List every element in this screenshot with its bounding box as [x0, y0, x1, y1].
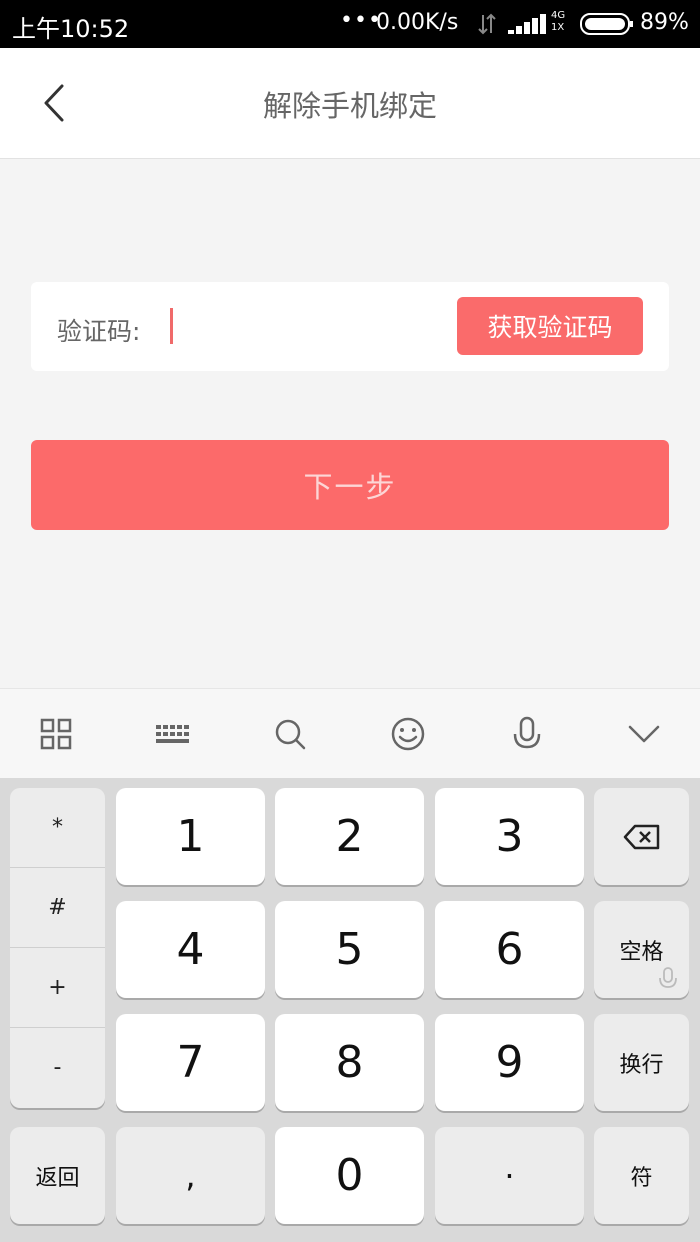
- mic-icon[interactable]: [507, 714, 547, 754]
- key-5[interactable]: 5: [275, 901, 424, 998]
- backspace-key[interactable]: [594, 788, 689, 885]
- network-type: 4G 1X: [551, 10, 566, 33]
- key-2[interactable]: 2: [275, 788, 424, 885]
- key-3[interactable]: 3: [435, 788, 584, 885]
- data-transfer-icon: [478, 13, 496, 35]
- battery-percent: 89%: [640, 10, 689, 35]
- page-title: 解除手机绑定: [262, 89, 437, 123]
- next-button[interactable]: 下一步: [31, 440, 669, 530]
- text-caret: [170, 308, 173, 344]
- key-plus[interactable]: +: [10, 948, 105, 1028]
- chevron-down-icon[interactable]: [624, 714, 664, 754]
- status-bar: 上午10:52 ••• 0.00K/s 4G 1X 89%: [0, 0, 700, 48]
- back-key[interactable]: 返回: [10, 1127, 105, 1224]
- key-dot[interactable]: ·: [435, 1127, 584, 1224]
- key-asterisk[interactable]: *: [10, 788, 105, 868]
- backspace-icon: [623, 824, 659, 849]
- grid-icon[interactable]: [36, 714, 76, 754]
- emoji-icon[interactable]: [388, 714, 428, 754]
- key-minus[interactable]: -: [10, 1028, 105, 1107]
- nav-bar: 解除手机绑定: [0, 48, 700, 159]
- battery-icon: [580, 13, 633, 35]
- code-label: 验证码:: [57, 317, 141, 346]
- symbol-column: * # + -: [10, 788, 105, 1108]
- key-9[interactable]: 9: [435, 1014, 584, 1111]
- search-icon[interactable]: [270, 714, 310, 754]
- verification-code-card: 验证码: 获取验证码: [31, 282, 669, 371]
- key-hash[interactable]: #: [10, 868, 105, 948]
- key-4[interactable]: 4: [116, 901, 265, 998]
- key-6[interactable]: 6: [435, 901, 584, 998]
- key-1[interactable]: 1: [116, 788, 265, 885]
- enter-key[interactable]: 换行: [594, 1014, 689, 1111]
- symbol-key[interactable]: 符: [594, 1127, 689, 1224]
- status-time: 上午10:52: [12, 15, 130, 43]
- code-input[interactable]: [167, 308, 441, 348]
- mic-icon: [659, 967, 677, 988]
- key-0[interactable]: 0: [275, 1127, 424, 1224]
- space-key[interactable]: 空格: [594, 901, 689, 998]
- numeric-keyboard: * # + - 1 2 3 4 5 6 空格 7 8 9 换行 返回 , 0 ·…: [0, 778, 700, 1242]
- signal-icon: [508, 14, 546, 34]
- get-code-button[interactable]: 获取验证码: [457, 297, 643, 355]
- keyboard-toolbar: [0, 688, 700, 779]
- network-speed: 0.00K/s: [376, 10, 459, 35]
- key-8[interactable]: 8: [275, 1014, 424, 1111]
- key-7[interactable]: 7: [116, 1014, 265, 1111]
- key-comma[interactable]: ,: [116, 1127, 265, 1224]
- keyboard-icon[interactable]: [152, 714, 192, 754]
